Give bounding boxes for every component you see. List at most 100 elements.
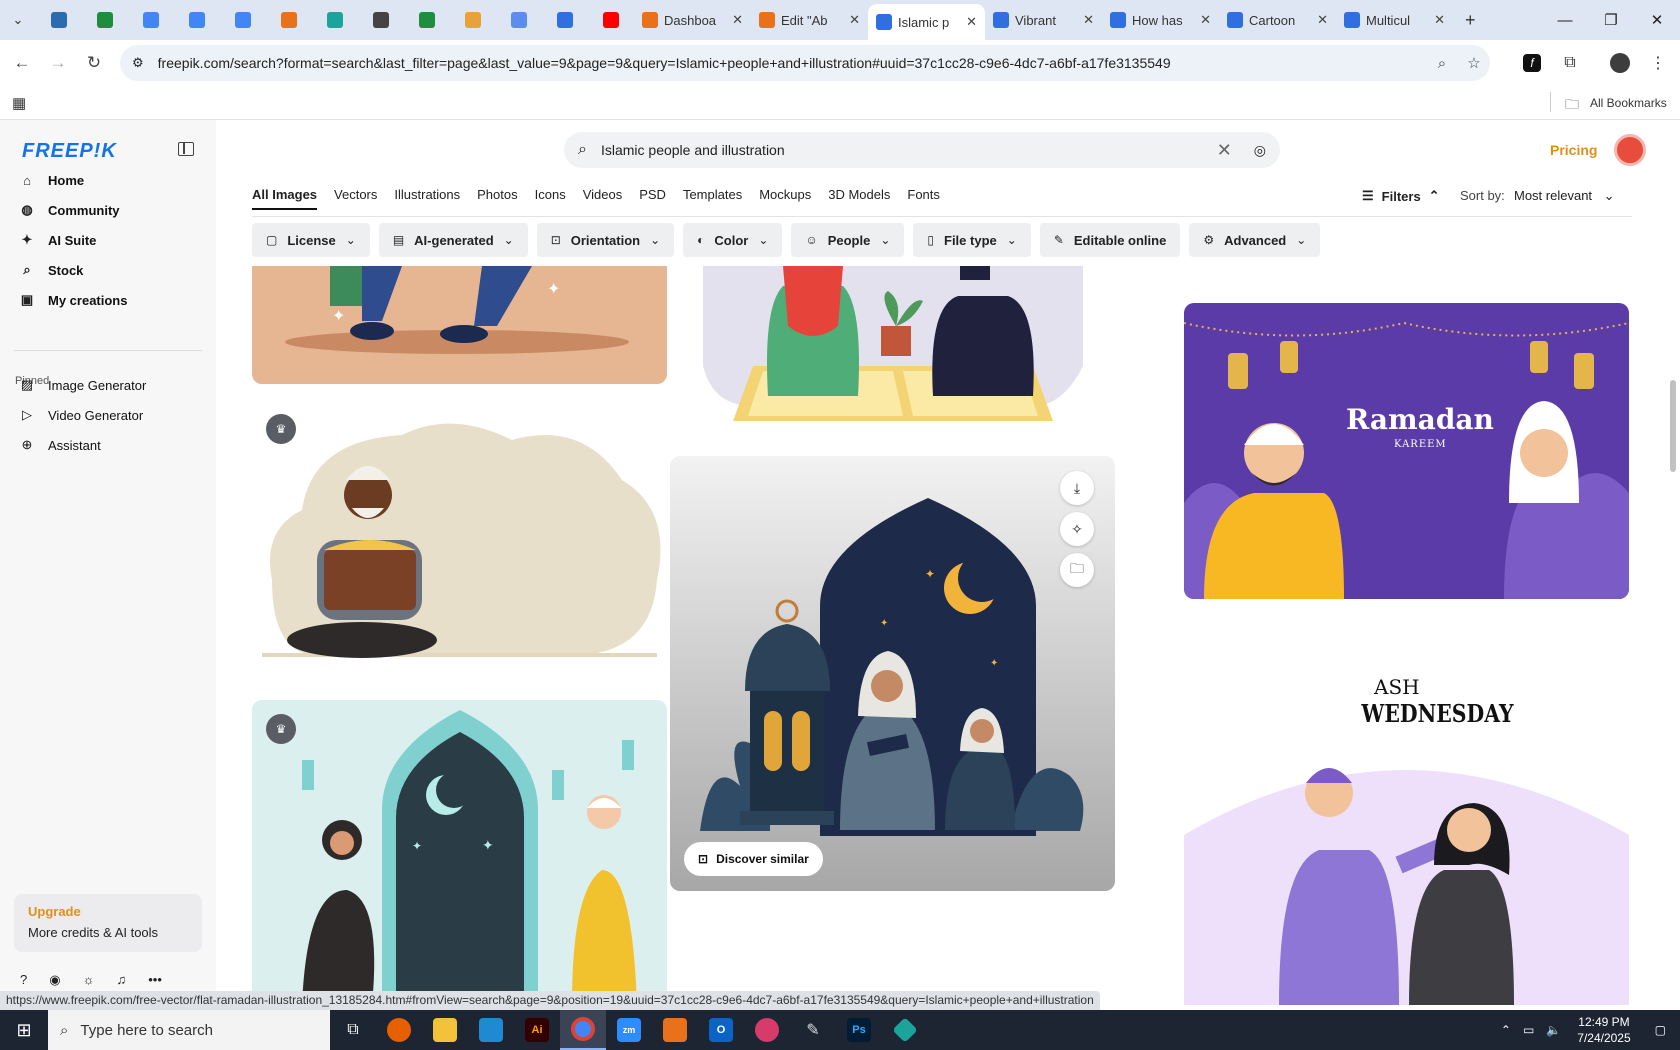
teal-app-icon[interactable]: [882, 1010, 928, 1050]
search-bar[interactable]: ⌕ Islamic people and illustration ✕ ◎: [564, 132, 1280, 168]
tab-icons[interactable]: Icons: [535, 187, 566, 210]
browser-tab[interactable]: Vibrant ✕: [985, 4, 1102, 36]
browser-tab[interactable]: Cartoon ✕: [1219, 4, 1336, 36]
browser-tab[interactable]: Edit "Ab ✕: [751, 4, 868, 36]
result-card-ash-wednesday[interactable]: ASH WEDNESDAY: [1184, 625, 1629, 1005]
freepik-logo[interactable]: FREEP!K: [22, 140, 117, 163]
result-card-legs[interactable]: ✦ ✦: [252, 266, 667, 384]
outlook-icon[interactable]: O: [698, 1010, 744, 1050]
browser-tab[interactable]: [220, 4, 266, 36]
sidebar-item-ai-suite[interactable]: ✦ AI Suite: [20, 228, 97, 252]
new-tab-button[interactable]: +: [1453, 4, 1488, 36]
creative-cloud-icon[interactable]: [744, 1010, 790, 1050]
clear-search-icon[interactable]: ✕: [1217, 140, 1232, 161]
close-tab-icon[interactable]: ✕: [732, 12, 743, 28]
filter-chip-color[interactable]: ◐ Color ⌄: [683, 223, 783, 257]
tab-mockups[interactable]: Mockups: [759, 187, 811, 210]
close-tab-icon[interactable]: ✕: [849, 12, 860, 28]
user-avatar[interactable]: [1614, 134, 1646, 166]
close-tab-icon[interactable]: ✕: [1317, 12, 1328, 28]
browser-tab[interactable]: [36, 4, 82, 36]
sidebar-item-stock[interactable]: ⌕ Stock: [20, 258, 83, 282]
browser-tab[interactable]: How has ✕: [1102, 4, 1219, 36]
back-icon[interactable]: ←: [8, 49, 36, 77]
filter-chip-file-type[interactable]: ▯ File type ⌄: [913, 223, 1031, 257]
close-tab-icon[interactable]: ✕: [1434, 12, 1445, 28]
pen-tool-icon[interactable]: ✎: [790, 1010, 836, 1050]
browser-tab[interactable]: [496, 4, 542, 36]
pinned-item-video-generator[interactable]: ▷ Video Generator: [20, 404, 143, 426]
discover-similar-button[interactable]: ⊡ Discover similar: [684, 842, 823, 876]
bell-icon[interactable]: ♫: [117, 972, 127, 988]
firefox-icon[interactable]: [376, 1010, 422, 1050]
windows-start-icon[interactable]: ⊞: [0, 1010, 48, 1050]
illustrator-icon[interactable]: Ai: [514, 1010, 560, 1050]
chrome-icon[interactable]: [560, 1010, 606, 1050]
browser-tab[interactable]: [450, 4, 496, 36]
tab-templates[interactable]: Templates: [683, 187, 742, 210]
tab-illustrations[interactable]: Illustrations: [394, 187, 460, 210]
filter-chip-ai-generated[interactable]: ▤ AI-generated ⌄: [378, 223, 528, 257]
bookmark-star-icon[interactable]: ☆: [1458, 54, 1490, 72]
filter-chip-advanced[interactable]: ⚙ Advanced ⌄: [1189, 223, 1321, 257]
result-card-ramadan[interactable]: Ramadan KAREEM: [1184, 303, 1629, 599]
filter-chip-orientation[interactable]: ⊡ Orientation ⌄: [536, 223, 675, 257]
filter-chip-people[interactable]: ☺ People ⌄: [791, 223, 905, 257]
pinned-item-assistant[interactable]: ⊕ Assistant: [20, 434, 101, 456]
close-tab-icon[interactable]: ✕: [1083, 12, 1094, 28]
result-card-old-man[interactable]: ♛: [252, 400, 667, 680]
camera-search-icon[interactable]: ◎: [1254, 142, 1266, 159]
tab-videos[interactable]: Videos: [583, 187, 623, 210]
restore-icon[interactable]: ❐: [1588, 0, 1634, 40]
photoshop-icon[interactable]: Ps: [836, 1010, 882, 1050]
tab-fonts[interactable]: Fonts: [907, 187, 940, 210]
url-text[interactable]: freepik.com/search?format=search&last_fi…: [158, 55, 1426, 71]
vscode-icon[interactable]: [468, 1010, 514, 1050]
taskbar-search[interactable]: ⌕ Type here to search: [48, 1010, 330, 1050]
minimize-icon[interactable]: —: [1542, 0, 1588, 40]
upgrade-card[interactable]: Upgrade More credits & AI tools: [14, 894, 202, 952]
profile-avatar[interactable]: [1606, 49, 1634, 77]
tab-photos[interactable]: Photos: [477, 187, 517, 210]
network-icon[interactable]: ▭: [1517, 1023, 1540, 1037]
volume-icon[interactable]: 🔈: [1540, 1023, 1567, 1037]
extensions-puzzle-icon[interactable]: ⧉: [1556, 49, 1584, 77]
help-icon[interactable]: ?: [20, 972, 27, 988]
zoom-app-icon[interactable]: zm: [606, 1010, 652, 1050]
browser-tab[interactable]: [312, 4, 358, 36]
zoom-icon[interactable]: ⌕: [1426, 55, 1458, 72]
browser-tab[interactable]: Islamic p ✕: [868, 4, 985, 40]
result-card-teal-mosque[interactable]: ✦ ✦ ♛: [252, 700, 667, 1005]
menu-kebab-icon[interactable]: ⋮: [1644, 49, 1672, 77]
browser-tab[interactable]: Dashboa ✕: [634, 4, 751, 36]
sidebar-item-community[interactable]: ◍ Community: [20, 198, 119, 222]
sidebar-item-home[interactable]: ⌂ Home: [20, 168, 84, 192]
sort-dropdown[interactable]: Most relevant ⌄: [1514, 188, 1615, 204]
browser-tab[interactable]: [404, 4, 450, 36]
forward-icon[interactable]: →: [44, 49, 72, 77]
page-scrollbar[interactable]: [1666, 120, 1680, 1005]
apps-grid-icon[interactable]: ▦: [12, 94, 26, 112]
site-info-icon[interactable]: ⚙: [132, 55, 144, 71]
tab-vectors[interactable]: Vectors: [334, 187, 377, 210]
discord-icon[interactable]: ◉: [49, 972, 60, 988]
browser-tab[interactable]: [174, 4, 220, 36]
browser-tab[interactable]: [266, 4, 312, 36]
result-card-praying-couple[interactable]: [703, 266, 1083, 431]
theme-sun-icon[interactable]: ☼: [83, 972, 95, 988]
tray-chevron-icon[interactable]: ⌃: [1495, 1023, 1517, 1037]
close-window-icon[interactable]: ✕: [1634, 0, 1680, 40]
ai-edit-icon[interactable]: ✧: [1060, 512, 1094, 546]
tab-search-button[interactable]: ⌄: [0, 4, 36, 36]
download-icon[interactable]: ⤓: [1060, 471, 1094, 505]
browser-tab[interactable]: [358, 4, 404, 36]
close-tab-icon[interactable]: ✕: [966, 14, 977, 30]
file-explorer-icon[interactable]: [422, 1010, 468, 1050]
tab-psd[interactable]: PSD: [639, 187, 666, 210]
browser-tab[interactable]: [128, 4, 174, 36]
result-card-featured-mosque[interactable]: ✦ ✦ ✦ ⤓ ✧ 🗀 ⊡ Discover similar: [670, 456, 1115, 891]
browser-tab[interactable]: [588, 4, 634, 36]
orange-app-icon[interactable]: [652, 1010, 698, 1050]
clock[interactable]: 12:49 PM 7/24/2025: [1567, 1014, 1640, 1046]
filters-button[interactable]: ☰ Filters ⌃: [1362, 188, 1440, 204]
